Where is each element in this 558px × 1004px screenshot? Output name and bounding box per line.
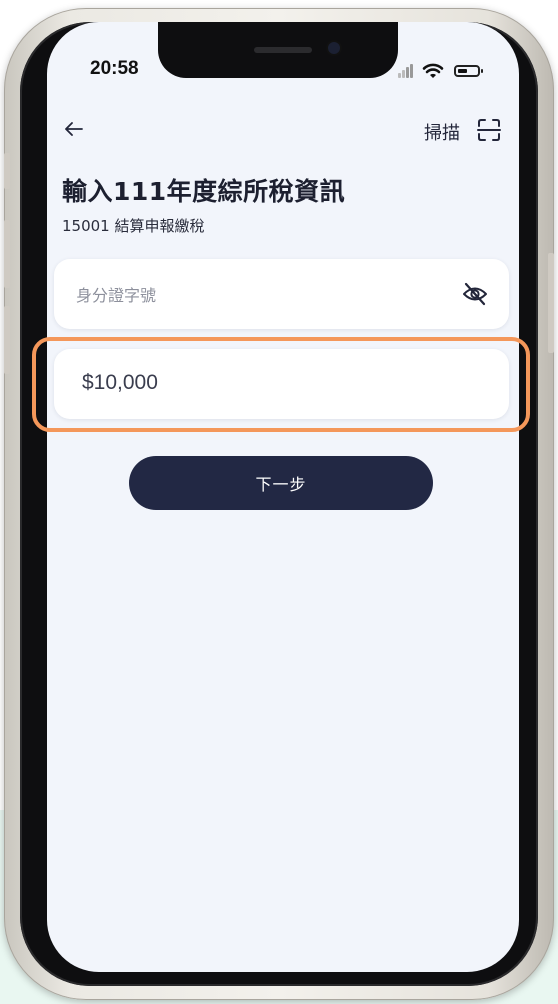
eye-off-icon	[463, 282, 487, 306]
toggle-visibility-button[interactable]	[462, 282, 488, 306]
notch	[158, 22, 398, 78]
signal-icon	[398, 64, 413, 78]
arrow-left-icon	[65, 122, 83, 136]
scan-button[interactable]	[477, 118, 501, 142]
page-subtitle: 15001 結算申報繳稅	[62, 217, 205, 235]
scan-frame-icon	[477, 119, 501, 141]
speaker-grille	[254, 47, 312, 53]
volume-up-button	[4, 220, 10, 288]
mute-switch	[4, 153, 10, 189]
front-camera	[328, 42, 340, 54]
battery-icon	[454, 65, 483, 77]
volume-down-button	[4, 306, 10, 374]
highlight-outline	[32, 337, 530, 432]
wifi-icon	[422, 63, 444, 78]
scan-label[interactable]: 掃描	[424, 119, 460, 145]
id-number-field	[54, 259, 509, 331]
id-number-input[interactable]	[74, 259, 458, 331]
power-button	[548, 253, 554, 353]
next-step-button[interactable]: 下一步	[129, 456, 433, 510]
back-button[interactable]	[62, 117, 86, 141]
status-time: 20:58	[90, 58, 139, 79]
page-title: 輸入111年度綜所稅資訊	[62, 177, 346, 206]
